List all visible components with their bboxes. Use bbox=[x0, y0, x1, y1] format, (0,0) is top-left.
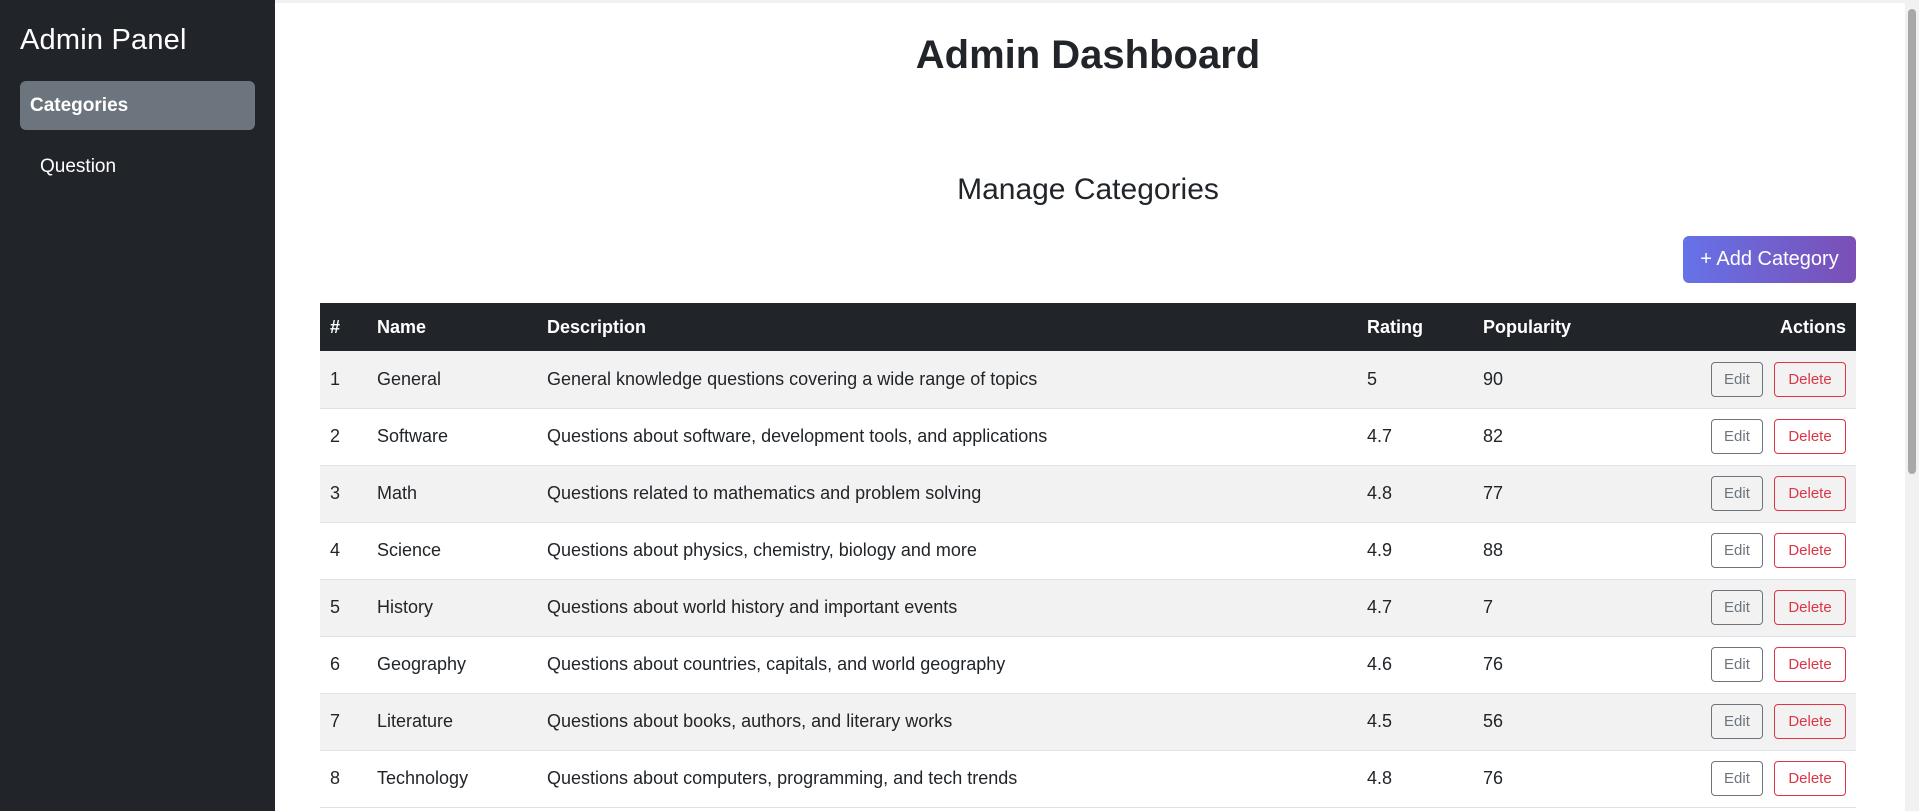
cell-actions: Edit Delete bbox=[1673, 579, 1856, 636]
delete-button[interactable]: Delete bbox=[1774, 533, 1846, 568]
edit-button[interactable]: Edit bbox=[1710, 647, 1763, 682]
cell-description: Questions about books, authors, and lite… bbox=[547, 711, 953, 731]
cell-name: Geography bbox=[377, 654, 467, 674]
table-row: 3 Math Questions related to mathematics … bbox=[320, 465, 1856, 522]
cell-rating: 4.8 bbox=[1367, 483, 1393, 503]
table-header: # Name Description Rating Popularity Act… bbox=[320, 303, 1856, 351]
column-header-actions: Actions bbox=[1779, 316, 1846, 337]
add-category-button[interactable]: + Add Category bbox=[1683, 236, 1856, 283]
delete-button[interactable]: Delete bbox=[1774, 419, 1846, 454]
page-title: Admin Dashboard bbox=[915, 33, 1261, 77]
app-root: Admin Panel Categories Question Admin Da… bbox=[0, 0, 1919, 811]
column-header-name: Name bbox=[377, 316, 427, 337]
table-row: 8 Technology Questions about computers, … bbox=[320, 750, 1856, 807]
delete-button[interactable]: Delete bbox=[1774, 704, 1846, 739]
edit-button[interactable]: Edit bbox=[1710, 533, 1763, 568]
cell-description: General knowledge questions covering a w… bbox=[547, 368, 1038, 389]
column-header-description: Description bbox=[547, 316, 647, 337]
delete-button[interactable]: Delete bbox=[1774, 361, 1846, 397]
cell-description: Questions about world history and import… bbox=[547, 597, 958, 617]
sidebar-item-question[interactable]: Question bbox=[20, 142, 255, 191]
cell-actions: Edit Delete bbox=[1673, 522, 1856, 579]
cell-rating: 4.7 bbox=[1367, 426, 1393, 446]
cell-popularity: 82 bbox=[1483, 426, 1504, 446]
column-header-popularity: Popularity bbox=[1483, 316, 1572, 337]
sidebar-item-categories[interactable]: Categories bbox=[20, 81, 255, 130]
cell-rating: 4.7 bbox=[1367, 597, 1393, 617]
cell-popularity: 56 bbox=[1483, 711, 1504, 731]
cell-actions: Edit Delete bbox=[1673, 408, 1856, 465]
cell-num: 7 bbox=[330, 711, 341, 731]
table-row: 1 General General knowledge questions co… bbox=[320, 351, 1856, 408]
main-content: Admin Dashboard Manage Categories + Add … bbox=[275, 0, 1919, 811]
cell-name: Science bbox=[377, 540, 442, 560]
cell-name: Math bbox=[377, 483, 418, 503]
cell-actions: Edit Delete bbox=[1673, 351, 1856, 408]
vertical-scrollbar[interactable] bbox=[1905, 3, 1919, 811]
cell-description: Questions about computers, programming, … bbox=[547, 768, 1018, 788]
sidebar-title: Admin Panel bbox=[20, 24, 187, 56]
cell-description: Questions about physics, chemistry, biol… bbox=[547, 540, 977, 560]
edit-button[interactable]: Edit bbox=[1710, 419, 1763, 454]
sidebar: Admin Panel Categories Question bbox=[0, 0, 275, 811]
column-header-rating: Rating bbox=[1367, 316, 1423, 337]
table-row: 5 History Questions about world history … bbox=[320, 579, 1856, 636]
cell-num: 1 bbox=[330, 368, 341, 389]
cell-description: Questions about countries, capitals, and… bbox=[547, 654, 1006, 674]
cell-name: Literature bbox=[377, 711, 454, 731]
table-row: 2 Software Questions about software, dev… bbox=[320, 408, 1856, 465]
cell-name: Technology bbox=[377, 768, 469, 788]
cell-actions: Edit Delete bbox=[1673, 636, 1856, 693]
cell-num: 3 bbox=[330, 483, 341, 503]
table-body: 1 General General knowledge questions co… bbox=[320, 351, 1856, 807]
cell-num: 8 bbox=[330, 768, 341, 788]
cell-popularity: 77 bbox=[1483, 483, 1504, 503]
cell-name: General bbox=[377, 368, 442, 389]
cell-popularity: 88 bbox=[1483, 540, 1504, 560]
cell-popularity: 90 bbox=[1483, 368, 1504, 389]
cell-actions: Edit Delete bbox=[1673, 750, 1856, 807]
cell-actions: Edit Delete bbox=[1673, 693, 1856, 750]
cell-rating: 4.5 bbox=[1367, 711, 1393, 731]
edit-button[interactable]: Edit bbox=[1710, 761, 1763, 796]
delete-button[interactable]: Delete bbox=[1774, 476, 1846, 511]
delete-button[interactable]: Delete bbox=[1774, 647, 1846, 682]
cell-rating: 5 bbox=[1367, 368, 1378, 389]
cell-num: 4 bbox=[330, 540, 341, 560]
edit-button[interactable]: Edit bbox=[1710, 590, 1763, 625]
cell-description: Questions about software, development to… bbox=[547, 426, 1048, 446]
edit-button[interactable]: Edit bbox=[1710, 361, 1763, 397]
cell-rating: 4.9 bbox=[1367, 540, 1393, 560]
section-title: Manage Categories bbox=[957, 173, 1219, 206]
cell-rating: 4.6 bbox=[1367, 654, 1393, 674]
cell-name: History bbox=[377, 597, 434, 617]
cell-popularity: 7 bbox=[1483, 597, 1494, 617]
categories-table: # Name Description Rating Popularity Act… bbox=[320, 303, 1856, 808]
cell-description: Questions related to mathematics and pro… bbox=[547, 483, 982, 503]
table-row: 7 Literature Questions about books, auth… bbox=[320, 693, 1856, 750]
cell-popularity: 76 bbox=[1483, 654, 1504, 674]
table-header-row: # Name Description Rating Popularity Act… bbox=[320, 303, 1856, 351]
cell-num: 2 bbox=[330, 426, 341, 446]
edit-button[interactable]: Edit bbox=[1710, 476, 1763, 511]
cell-num: 5 bbox=[330, 597, 341, 617]
scrollbar-thumb[interactable] bbox=[1908, 9, 1916, 474]
table-row: 6 Geography Questions about countries, c… bbox=[320, 636, 1856, 693]
edit-button[interactable]: Edit bbox=[1710, 704, 1763, 739]
cell-num: 6 bbox=[330, 654, 341, 674]
cell-name: Software bbox=[377, 426, 449, 446]
cell-popularity: 76 bbox=[1483, 768, 1504, 788]
column-header-num: # bbox=[330, 316, 341, 337]
cell-rating: 4.8 bbox=[1367, 768, 1393, 788]
table-row: 4 Science Questions about physics, chemi… bbox=[320, 522, 1856, 579]
delete-button[interactable]: Delete bbox=[1774, 590, 1846, 625]
delete-button[interactable]: Delete bbox=[1774, 761, 1846, 796]
cell-actions: Edit Delete bbox=[1673, 465, 1856, 522]
